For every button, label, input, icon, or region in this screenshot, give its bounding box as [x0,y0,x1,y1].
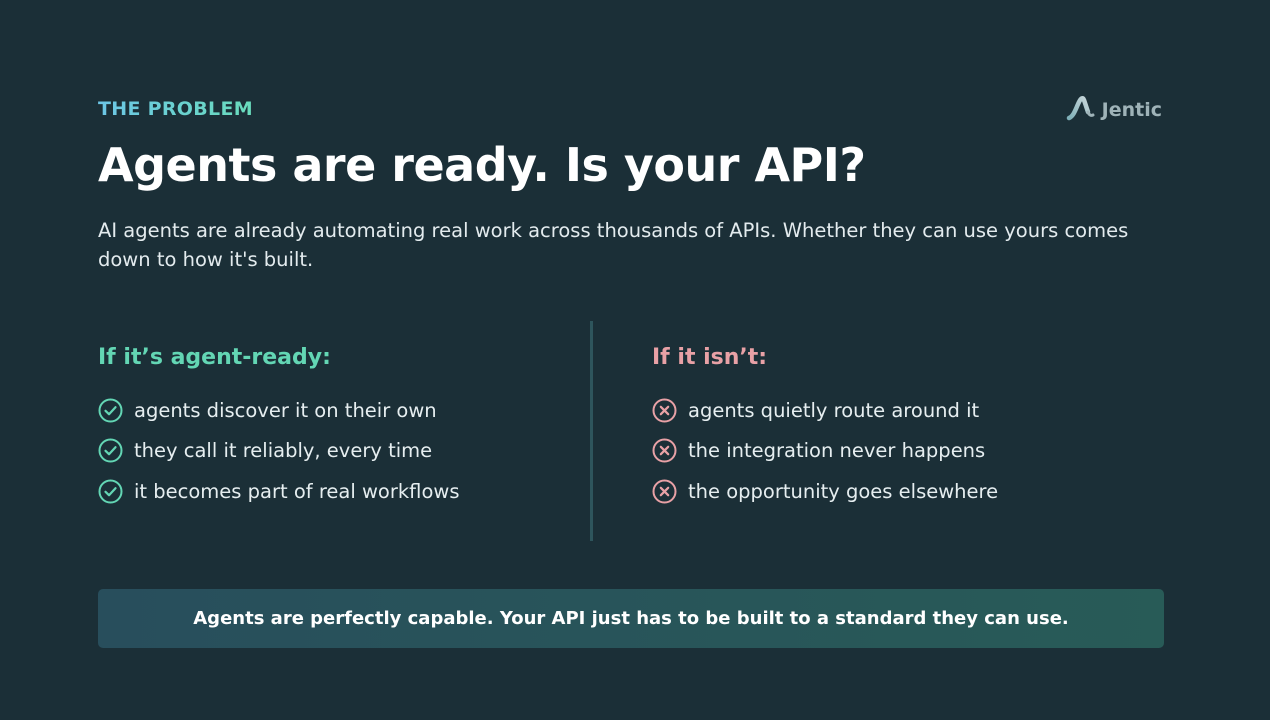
list-item: the integration never happens [652,431,998,472]
brand-name: Jentic [1101,99,1162,121]
check-circle-icon [98,398,123,423]
list-item-label: the opportunity goes elsewhere [688,479,999,503]
not-ready-column: If it isn’t: agents quietly route around… [652,345,998,512]
list-item-label: agents discover it on their own [134,398,437,422]
callout-banner: Agents are perfectly capable. Your API j… [98,589,1164,648]
check-circle-icon [98,438,123,463]
check-circle-icon [98,479,123,504]
brand-logo: Jentic [1066,94,1162,126]
list-item-label: agents quietly route around it [688,398,980,422]
list-item: the opportunity goes elsewhere [652,471,998,512]
not-ready-heading: If it isn’t: [652,345,768,370]
list-item: it becomes part of real workflows [98,471,459,512]
list-item-label: they call it reliably, every time [134,439,433,463]
x-circle-icon [652,438,677,463]
intro-paragraph: AI agents are already automating real wo… [98,219,1129,271]
column-divider [590,321,593,541]
list-item: agents quietly route around it [652,390,998,431]
list-item-label: the integration never happens [688,439,986,463]
agent-ready-heading: If it’s agent-ready: [98,345,331,370]
list-item: agents discover it on their own [98,390,459,431]
x-circle-icon [652,398,677,423]
jentic-logo-icon [1066,94,1096,126]
list-item-label: it becomes part of real workflows [134,479,460,503]
list-item: they call it reliably, every time [98,431,459,472]
x-circle-icon [652,479,677,504]
eyebrow-label: THE PROBLEM [98,98,253,120]
page-title: Agents are ready. Is your API? [98,138,866,192]
callout-text: Agents are perfectly capable. Your API j… [193,608,1069,629]
agent-ready-column: If it’s agent-ready: agents discover it … [98,345,459,512]
